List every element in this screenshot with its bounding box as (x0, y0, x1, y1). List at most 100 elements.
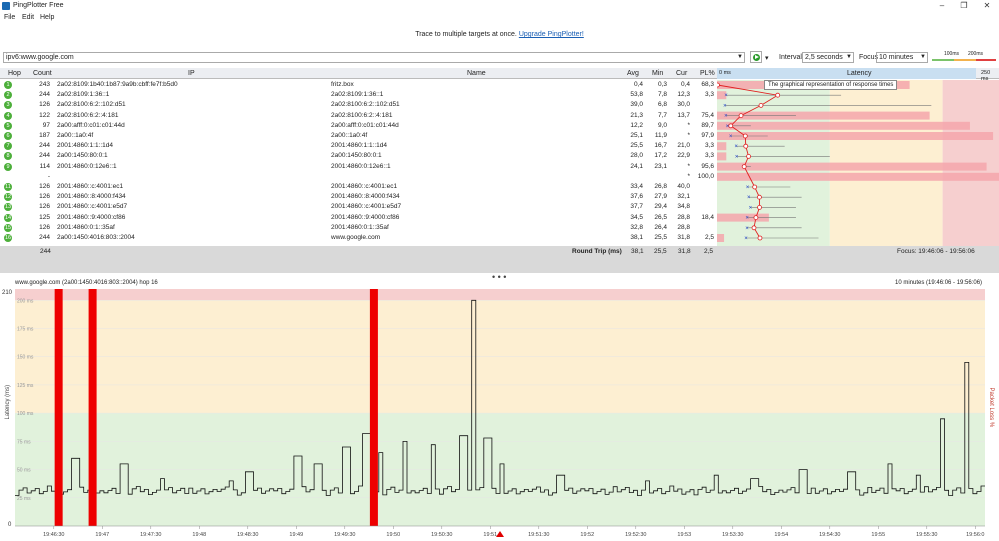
cell-pl: 68,3 (701, 81, 714, 88)
x-tick-label: 19:49:30 (334, 532, 355, 538)
table-row[interactable]: 1 243 2a02:8109:1b40:1b87:9a9b:cbff:fe7f:b… (0, 80, 716, 90)
chevron-down-icon[interactable]: ▼ (737, 53, 743, 62)
avg-point (746, 154, 751, 159)
col-latency[interactable]: Latency (847, 70, 872, 77)
min-marker: × (734, 144, 738, 150)
hop-badge: 7 (4, 142, 12, 151)
cell-count: 244 (39, 234, 50, 241)
cell-pl: 89,7 (701, 121, 714, 129)
table-row[interactable]: 3 126 2a02:8100:6:2::102:d51 2a02:8100:6:2:… (0, 100, 716, 110)
menu-file[interactable]: File (4, 13, 15, 22)
col-pl[interactable]: PL% (700, 70, 715, 77)
col-count[interactable]: Count (33, 70, 52, 77)
y2-axis-label: Packet Loss % (988, 388, 994, 428)
x-tick-label: 19:53:30 (722, 532, 743, 538)
min-marker: × (749, 205, 753, 211)
cell-count: 243 (39, 81, 50, 88)
cell-ip: 2001:4860:1:1::1d4 (57, 142, 114, 150)
cell-ip: 2a00:1450:80:0:1 (57, 152, 108, 160)
footer-focus: Focus: 19:46:06 - 19:56:06 (897, 248, 975, 255)
upgrade-link[interactable]: Upgrade PingPlotter! (519, 31, 584, 38)
table-row[interactable]: 6 187 2a00::1a0:4f 2a00::1a0:4f 25,1 11,9 * 97,… (0, 131, 716, 141)
x-tick-label: 19:51 (483, 532, 497, 538)
col-avg[interactable]: Avg (627, 70, 639, 77)
toolbar: ipv6:www.google.com ▼ ▾ Interval 2,5 sec… (0, 51, 999, 65)
cell-cur: 28,8 (677, 223, 690, 231)
hop-badge: 4 (4, 111, 12, 120)
options-chevron-icon[interactable]: ▾ (765, 54, 769, 62)
cell-name: www.google.com (331, 234, 381, 241)
close-icon[interactable]: ✕ (976, 0, 998, 12)
graph-range[interactable]: 10 minutes (19:46:06 - 19:56:06) (895, 280, 982, 286)
cell-ip: 2a00:1450:4016:803::2004 (57, 234, 135, 241)
col-min[interactable]: Min (652, 70, 663, 77)
table-row[interactable]: 9 114 2001:4860:0:12e6::1 2001:4860:0:12e6:… (0, 162, 716, 172)
x-tick-label: 19:51:30 (528, 532, 549, 538)
chevron-down-icon: ▼ (920, 54, 926, 60)
minimize-icon[interactable]: – (931, 0, 953, 12)
hop-badge: 15 (4, 223, 12, 232)
min-marker: × (724, 93, 728, 99)
x-tick-label: 19:54:30 (819, 532, 840, 538)
hop-badge: 1 (4, 81, 12, 89)
avg-point (752, 184, 758, 190)
cell-pl: 3,3 (704, 142, 714, 150)
table-row[interactable]: 11 126 2001:4860::c:4001:ec1 2001:4860::c:4… (0, 182, 716, 192)
window-title: PingPlotter Free (13, 2, 64, 9)
table-row[interactable]: 2 244 2a02:8109:1:36::1 2a02:8109:1:36::1 53… (0, 90, 716, 100)
table-row[interactable]: 16 244 2a00:1450:4016:803::2004 www.google.… (0, 233, 716, 243)
min-marker: × (746, 185, 750, 191)
table-row[interactable]: 8 244 2a00:1450:80:0:1 2a00:1450:80:0:1 28,0… (0, 151, 716, 161)
tooltip: The graphical representation of response… (764, 80, 898, 90)
col-hop[interactable]: Hop (8, 70, 21, 77)
start-trace-button[interactable] (750, 51, 762, 63)
cell-count: 126 (39, 183, 50, 190)
latency-graph[interactable]: 200 ms 175 ms 150 ms 125 ms 100 ms 75 ms 50 ms… (0, 289, 999, 541)
avg-point (741, 164, 747, 169)
cell-count: 125 (39, 213, 50, 221)
title-bar: PingPlotter Free – ❐ ✕ (0, 0, 999, 12)
cell-count: 97 (42, 121, 50, 129)
col-ip[interactable]: IP (188, 70, 195, 77)
x-tick-label: 19:48:30 (237, 532, 258, 538)
table-row[interactable]: 5 97 2a00:afff:0:c01:c01:44d 2a00:afff:0:c0… (0, 121, 716, 131)
avg-point (738, 113, 744, 118)
table-row[interactable]: 7 244 2001:4860:1:1::1d4 2001:4860:1:1::1d4… (0, 141, 716, 151)
time-cursor-icon (496, 531, 504, 537)
table-row[interactable]: 4 122 2a02:8100:6:2::4:181 2a02:8100:6:2::4… (0, 111, 716, 121)
packet-loss-bar (717, 162, 987, 171)
min-marker: × (724, 114, 728, 120)
menu-edit[interactable]: Edit (22, 13, 34, 22)
table-row[interactable]: 12 126 2001:4860::8:4000:f434 2001:4860::8:… (0, 192, 716, 202)
x-tick-label: 19:47:30 (140, 532, 161, 538)
cell-name: 2a02:8100:6:2::102:d51 (331, 101, 400, 109)
y-tick-label: 175 ms (17, 327, 34, 333)
table-row[interactable]: 15 126 2001:4860:0:1::35af 2001:4860:0:1::3… (0, 223, 716, 233)
x-tick-label: 19:53 (677, 532, 691, 538)
menu-help[interactable]: Help (40, 13, 54, 22)
table-row[interactable]: 14 125 2001:4860::9:4000:cf86 2001:4860::9:… (0, 213, 716, 223)
cell-name: 2001:4860:0:12e6::1 (331, 162, 391, 170)
cell-name: 2001:4860::c:4001:e5d7 (331, 203, 402, 211)
target-input[interactable]: ipv6:www.google.com ▼ (3, 52, 745, 63)
footer-min: 25,5 (654, 248, 667, 255)
table-row[interactable]: 13 126 2001:4860::c:4001:e5d7 2001:4860::c:… (0, 202, 716, 212)
cell-ip: 2001:4860:0:1::35af (57, 223, 115, 231)
col-cur[interactable]: Cur (676, 70, 687, 77)
cell-ip: 2a02:8100:6:2::102:d51 (57, 101, 126, 109)
y-tick-label: 75 ms (17, 439, 31, 445)
focus-select[interactable]: 10 minutes ▼ (876, 52, 928, 63)
banner-text: Trace to multiple targets at once. (415, 31, 517, 38)
hop-badge: 9 (4, 162, 12, 171)
cell-pl: 97,9 (701, 132, 714, 139)
cell-cur: 34,8 (677, 203, 690, 211)
col-name[interactable]: Name (467, 70, 486, 77)
maximize-icon[interactable]: ❐ (953, 0, 975, 12)
cell-count: 114 (39, 162, 50, 170)
packet-loss-bar (717, 234, 725, 242)
cell-count: 187 (39, 132, 50, 139)
interval-select[interactable]: 2,5 seconds ▼ (802, 52, 854, 63)
table-row[interactable]: - * 100,0 (0, 172, 716, 182)
upgrade-banner: Trace to multiple targets at once. Upgra… (0, 31, 999, 38)
cell-name: 2a00:afff:0:c01:c01:44d (331, 121, 399, 129)
